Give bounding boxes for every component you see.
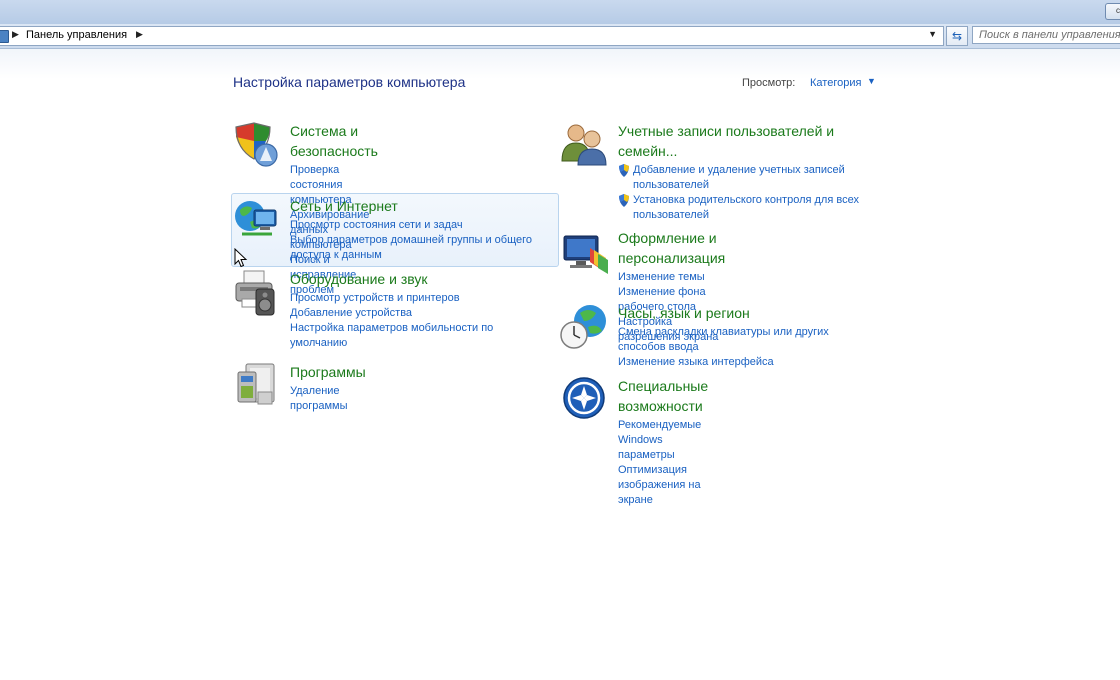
mouse-cursor-icon [234,248,248,268]
link-optimize-display[interactable]: Оптимизация изображения на экране [618,463,708,508]
link-label: Добавление и удаление учетных записей по… [633,164,845,191]
link-uninstall-program[interactable]: Удаление программы [290,384,366,414]
link-display-language[interactable]: Изменение языка интерфейса [618,355,838,370]
address-bar[interactable]: ▶ Панель управления ▶ ▼ [0,26,944,46]
link-add-remove-accounts[interactable]: Добавление и удаление учетных записей по… [618,163,873,193]
category-title[interactable]: Учетные записи пользователей и семейн... [618,121,858,161]
search-input[interactable] [972,26,1120,44]
content-header-gradient [0,49,1120,79]
address-dropdown-icon[interactable]: ▼ [928,29,937,39]
category-title[interactable]: Специальные возможности [618,376,708,416]
category-title[interactable]: Сеть и Интернет [290,196,545,216]
link-change-theme[interactable]: Изменение темы [618,270,725,285]
security-shield-icon [235,122,278,167]
view-dropdown-caret-icon[interactable]: ▼ [867,76,876,86]
link-recommended-settings[interactable]: Рекомендуемые Windows параметры [618,418,708,463]
view-mode-dropdown[interactable]: Категория [810,77,861,89]
refresh-button[interactable]: ⇆ [946,26,968,46]
link-add-device[interactable]: Добавление устройства [290,306,510,321]
uac-shield-icon [619,164,629,177]
printer-icon [235,270,275,316]
page-title: Настройка параметров компьютера [233,74,466,90]
category-title[interactable]: Часы, язык и регион [618,303,838,323]
view-label: Просмотр: [742,77,796,89]
category-title[interactable]: Оформление и персонализация [618,228,725,268]
category-title[interactable]: Оборудование и звук [290,269,510,289]
breadcrumb-arrow-icon[interactable]: ▶ [136,29,143,40]
link-parental-controls[interactable]: Установка родительского контроля для все… [618,193,873,223]
window-titlebar: c [0,0,1120,24]
link-devices-printers[interactable]: Просмотр устройств и принтеров [290,291,510,306]
navigation-bar: ▶ Панель управления ▶ ▼ ⇆ [0,24,1120,49]
personalization-icon [563,235,608,274]
window-control-button[interactable]: c [1105,3,1120,20]
link-mobility-settings[interactable]: Настройка параметров мобильности по умол… [290,321,510,351]
users-icon [561,124,607,166]
link-keyboard-layout[interactable]: Смена раскладки клавиатуры или других сп… [618,325,838,355]
link-network-status[interactable]: Просмотр состояния сети и задач [290,218,545,233]
clock-globe-icon [560,305,606,349]
breadcrumb-arrow-icon[interactable]: ▶ [12,29,19,40]
link-label: Установка родительского контроля для все… [633,194,859,221]
control-panel-icon [0,30,9,43]
accessibility-icon [563,377,605,419]
refresh-icon: ⇆ [951,29,963,43]
link-homegroup-sharing[interactable]: Выбор параметров домашней группы и общег… [290,233,545,263]
network-globe-icon [235,201,277,236]
uac-shield-icon [619,194,629,207]
breadcrumb-control-panel[interactable]: Панель управления [26,29,127,41]
category-title[interactable]: Система и безопасность [290,121,378,161]
programs-icon [237,363,275,405]
category-title[interactable]: Программы [290,362,366,382]
